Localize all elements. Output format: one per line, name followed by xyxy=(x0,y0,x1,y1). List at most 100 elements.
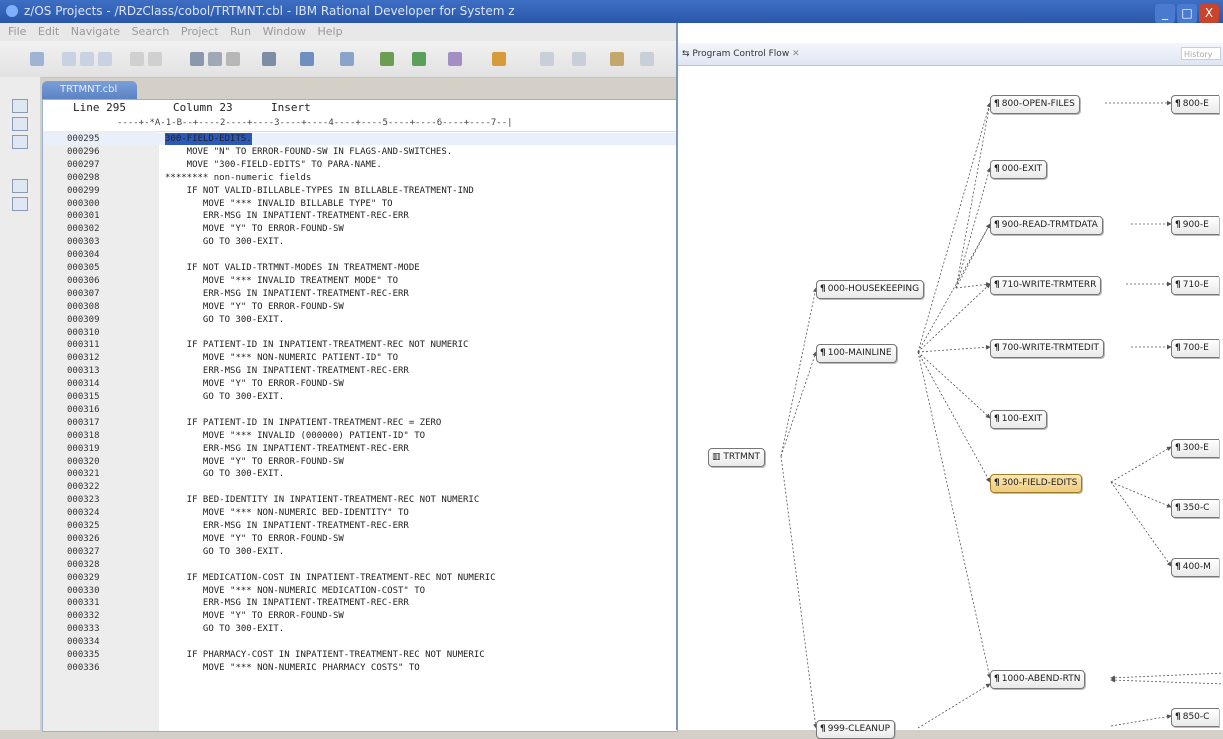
code-line[interactable]: 000297 MOVE "300-FIELD-EDITS" TO PARA-NA… xyxy=(43,159,677,171)
code-line[interactable]: 000321 GO TO 300-EXIT. xyxy=(43,468,677,480)
code-line[interactable]: 000326 MOVE "Y" TO ERROR-FOUND-SW xyxy=(43,533,677,545)
code-line[interactable]: 000324 MOVE "*** NON-NUMERIC BED-IDENTIT… xyxy=(43,507,677,519)
menu-navigate[interactable]: Navigate xyxy=(71,25,120,38)
run-icon[interactable] xyxy=(412,52,426,66)
node-000-housekeeping[interactable]: ¶ 000-HOUSEKEEPING xyxy=(816,280,925,299)
node-100-exit[interactable]: ¶ 100-EXIT xyxy=(990,410,1048,429)
code-line[interactable]: 000303 GO TO 300-EXIT. xyxy=(43,236,677,248)
menu-file[interactable]: File xyxy=(8,25,26,38)
node-800-e-partial[interactable]: ¶ 800-E xyxy=(1171,95,1219,114)
code-line[interactable]: 000308 MOVE "Y" TO ERROR-FOUND-SW xyxy=(43,301,677,313)
code-line[interactable]: 000322 xyxy=(43,481,677,493)
code-line[interactable]: 000318 MOVE "*** INVALID (000000) PATIEN… xyxy=(43,430,677,442)
node-350-c-partial[interactable]: ¶ 350-C xyxy=(1171,499,1219,518)
node-000-exit[interactable]: ¶ 000-EXIT xyxy=(990,160,1048,179)
close-icon[interactable]: ✕ xyxy=(792,49,800,59)
tab-program-control-flow[interactable]: ⇆ Program Control Flow ✕ xyxy=(682,43,800,65)
back-icon[interactable] xyxy=(130,52,144,66)
restore-view-icon[interactable] xyxy=(12,99,28,113)
code-line[interactable]: 000302 MOVE "Y" TO ERROR-FOUND-SW xyxy=(43,223,677,235)
node-700-e-partial[interactable]: ¶ 700-E xyxy=(1171,339,1219,358)
code-line[interactable]: 000319 ERR-MSG IN INPATIENT-TREATMENT-RE… xyxy=(43,443,677,455)
pin-icon[interactable] xyxy=(640,52,654,66)
outline-icon[interactable] xyxy=(12,135,28,149)
code-line[interactable]: 000309 GO TO 300-EXIT. xyxy=(43,314,677,326)
code-line[interactable]: 000315 GO TO 300-EXIT. xyxy=(43,391,677,403)
code-line[interactable]: 000296 MOVE "N" TO ERROR-FOUND-SW IN FLA… xyxy=(43,146,677,158)
code-line[interactable]: 000304 xyxy=(43,249,677,261)
nav-forward-icon[interactable] xyxy=(572,52,586,66)
node-900-read-trmtdata[interactable]: ¶ 900-READ-TRMTDATA xyxy=(990,216,1103,235)
code-line[interactable]: 000311 IF PATIENT-ID IN INPATIENT-TREATM… xyxy=(43,339,677,351)
nav-back-icon[interactable] xyxy=(540,52,554,66)
indent-icon[interactable] xyxy=(208,52,222,66)
node-trtmnt[interactable]: ▥ TRTMNT xyxy=(708,448,765,467)
editor-tab-trtmnt[interactable]: TRTMNT.cbl xyxy=(42,81,137,99)
restore-bottom-icon[interactable] xyxy=(12,179,28,193)
code-line[interactable]: 000334 xyxy=(43,636,677,648)
code-line[interactable]: 000313 ERR-MSG IN INPATIENT-TREATMENT-RE… xyxy=(43,365,677,377)
code-line[interactable]: 000335 IF PHARMACY-COST IN INPATIENT-TRE… xyxy=(43,649,677,661)
code-line[interactable]: 000331 ERR-MSG IN INPATIENT-TREATMENT-RE… xyxy=(43,597,677,609)
node-850-c-partial[interactable]: ¶ 850-C xyxy=(1171,708,1219,727)
node-1000-abend-rtn[interactable]: ¶ 1000-ABEND-RTN xyxy=(990,670,1086,689)
node-710-e-partial[interactable]: ¶ 710-E xyxy=(1171,276,1219,295)
code-line[interactable]: 000295 300-FIELD-EDITS. xyxy=(43,133,677,145)
menu-edit[interactable]: Edit xyxy=(38,25,59,38)
code-line[interactable]: 000306 MOVE "*** INVALID TREATMENT MODE"… xyxy=(43,275,677,287)
code-line[interactable]: 000307 ERR-MSG IN INPATIENT-TREATMENT-RE… xyxy=(43,288,677,300)
node-300-field-edits[interactable]: ¶ 300-FIELD-EDITS xyxy=(990,474,1083,493)
code-line[interactable]: 000312 MOVE "*** NON-NUMERIC PATIENT-ID"… xyxy=(43,352,677,364)
code-line[interactable]: 000310 xyxy=(43,327,677,339)
list-icon[interactable] xyxy=(190,52,204,66)
build-icon[interactable] xyxy=(300,52,314,66)
new-icon[interactable] xyxy=(30,52,44,66)
node-100-mainline[interactable]: ¶ 100-MAINLINE xyxy=(816,344,897,363)
forward-icon[interactable] xyxy=(148,52,162,66)
code-line[interactable]: 000320 MOVE "Y" TO ERROR-FOUND-SW xyxy=(43,456,677,468)
close-button[interactable]: X xyxy=(1199,4,1219,23)
node-300-e-partial[interactable]: ¶ 300-E xyxy=(1171,439,1219,458)
code-line[interactable]: 000317 IF PATIENT-ID IN INPATIENT-TREATM… xyxy=(43,417,677,429)
node-700-write-trmtedit[interactable]: ¶ 700-WRITE-TRMTEDIT xyxy=(990,339,1104,358)
project-explorer-icon[interactable] xyxy=(12,117,28,131)
debug-icon[interactable] xyxy=(380,52,394,66)
save-icon[interactable] xyxy=(62,52,76,66)
tools-icon[interactable] xyxy=(340,52,354,66)
code-line[interactable]: 000299 IF NOT VALID-BILLABLE-TYPES IN BI… xyxy=(43,185,677,197)
code-line[interactable]: 000330 MOVE "*** NON-NUMERIC MEDICATION-… xyxy=(43,585,677,597)
code-line[interactable]: 000333 GO TO 300-EXIT. xyxy=(43,623,677,635)
code-line[interactable]: 000328 xyxy=(43,559,677,571)
save-all-icon[interactable] xyxy=(80,52,94,66)
remote-systems-icon[interactable] xyxy=(12,197,28,211)
warning-icon[interactable] xyxy=(262,52,276,66)
code-line[interactable]: 000316 xyxy=(43,404,677,416)
last-edit-icon[interactable] xyxy=(610,52,624,66)
code-line[interactable]: 000314 MOVE "Y" TO ERROR-FOUND-SW xyxy=(43,378,677,390)
code-line[interactable]: 000323 IF BED-IDENTITY IN INPATIENT-TREA… xyxy=(43,494,677,506)
minimize-button[interactable]: _ xyxy=(1155,4,1175,23)
menu-help[interactable]: Help xyxy=(317,25,342,38)
print-icon[interactable] xyxy=(98,52,112,66)
code-line[interactable]: 000329 IF MEDICATION-COST IN INPATIENT-T… xyxy=(43,572,677,584)
node-800-open-files[interactable]: ¶ 800-OPEN-FILES xyxy=(990,95,1080,114)
code-line[interactable]: 000301 ERR-MSG IN INPATIENT-TREATMENT-RE… xyxy=(43,210,677,222)
menu-window[interactable]: Window xyxy=(263,25,306,38)
code-line[interactable]: 000336 MOVE "*** NON-NUMERIC PHARMACY CO… xyxy=(43,662,677,674)
history-dropdown[interactable]: History xyxy=(1181,47,1221,60)
node-900-e-partial[interactable]: ¶ 900-E xyxy=(1171,216,1219,235)
menu-search[interactable]: Search xyxy=(132,25,170,38)
node-710-write-trmterr[interactable]: ¶ 710-WRITE-TRMTERR xyxy=(990,276,1102,295)
node-400-m-partial[interactable]: ¶ 400-M xyxy=(1171,558,1219,577)
code-line[interactable]: 000305 IF NOT VALID-TRTMNT-MODES IN TREA… xyxy=(43,262,677,274)
code-line[interactable]: 000332 MOVE "Y" TO ERROR-FOUND-SW xyxy=(43,610,677,622)
code-line[interactable]: 000300 MOVE "*** INVALID BILLABLE TYPE" … xyxy=(43,198,677,210)
code-line[interactable]: 000325 ERR-MSG IN INPATIENT-TREATMENT-RE… xyxy=(43,520,677,532)
maximize-button[interactable]: □ xyxy=(1177,4,1197,23)
search-icon[interactable] xyxy=(492,52,506,66)
code-line[interactable]: 000298 ******** non-numeric fields xyxy=(43,172,677,184)
play-icon[interactable] xyxy=(226,52,240,66)
code-line[interactable]: 000327 GO TO 300-EXIT. xyxy=(43,546,677,558)
cobol-editor[interactable]: Line 295 Column 23 Insert ----+-*A-1-B--… xyxy=(42,99,678,732)
external-tools-icon[interactable] xyxy=(448,52,462,66)
